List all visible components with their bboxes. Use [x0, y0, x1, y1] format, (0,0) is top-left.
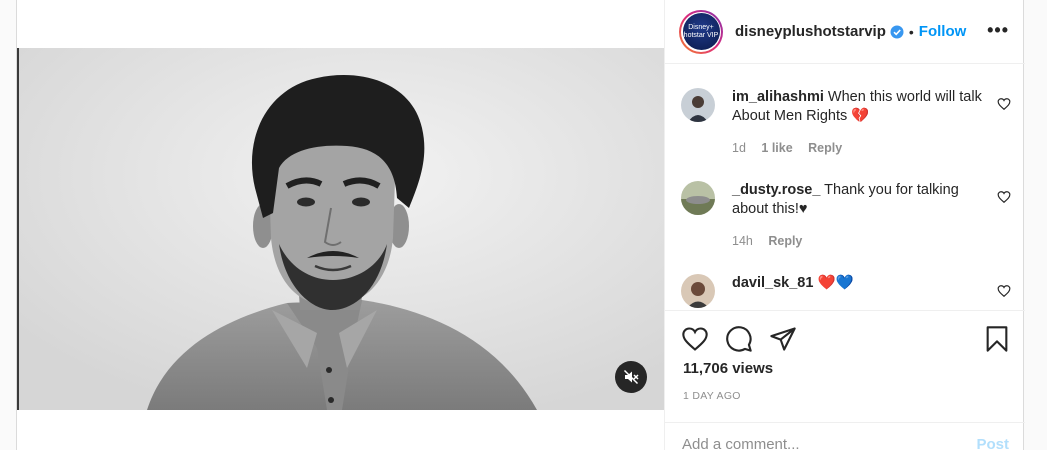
- commenter-avatar[interactable]: [681, 88, 715, 122]
- post-actions: 11,706 views 1 DAY AGO: [665, 310, 1025, 422]
- comment-icon[interactable]: [725, 325, 753, 353]
- add-comment-bar: Post: [665, 422, 1025, 450]
- post-card: Disney+ hotstar VIP disneyplushotstarvip…: [16, 0, 1025, 450]
- video-frame: [17, 48, 664, 410]
- comment-time: 14h: [732, 234, 753, 248]
- mute-button[interactable]: [615, 361, 647, 393]
- heart-icon[interactable]: [997, 190, 1011, 204]
- reply-button[interactable]: Reply: [808, 141, 842, 155]
- post-sidebar: Disney+ hotstar VIP disneyplushotstarvip…: [664, 0, 1025, 450]
- commenter-avatar[interactable]: [681, 274, 715, 308]
- brand-logo: Disney+ hotstar VIP: [682, 13, 720, 50]
- comment-emoji: 💔: [851, 108, 870, 124]
- heart-icon[interactable]: [997, 284, 1011, 298]
- bookmark-icon[interactable]: [983, 325, 1011, 353]
- heart-icon[interactable]: [997, 97, 1011, 111]
- comment-time: 1d: [732, 141, 746, 155]
- separator-dot: •: [908, 23, 914, 40]
- brand-logo-text: Disney+ hotstar VIP: [683, 23, 719, 39]
- comment-meta: 14h Reply: [732, 234, 814, 248]
- profile-avatar[interactable]: Disney+ hotstar VIP: [679, 9, 723, 54]
- mute-icon: [623, 369, 639, 385]
- follow-button[interactable]: Follow: [919, 23, 967, 40]
- comments-list: im_alihashmi When this world will talk A…: [665, 64, 1025, 310]
- share-icon[interactable]: [769, 325, 797, 353]
- post-header: Disney+ hotstar VIP disneyplushotstarvip…: [665, 0, 1025, 64]
- account-username[interactable]: disneyplushotstarvip: [735, 23, 886, 40]
- comment-username[interactable]: _dusty.rose_: [732, 182, 820, 198]
- comment-likes[interactable]: 1 like: [761, 141, 792, 155]
- comment-username[interactable]: davil_sk_81: [732, 275, 813, 291]
- comment-emoji: ❤️💙: [817, 275, 854, 291]
- view-count[interactable]: 11,706 views: [683, 360, 773, 377]
- post-comment-button[interactable]: Post: [976, 436, 1009, 450]
- more-options-icon[interactable]: •••: [987, 20, 1009, 41]
- heart-icon[interactable]: [681, 325, 709, 353]
- video-player[interactable]: [17, 48, 664, 410]
- reply-button[interactable]: Reply: [768, 234, 802, 248]
- comment-meta: 1d 1 like Reply: [732, 141, 854, 155]
- verified-badge-icon: [890, 25, 904, 38]
- comment-input[interactable]: [682, 433, 952, 450]
- commenter-avatar[interactable]: [681, 181, 715, 215]
- post-date: 1 DAY AGO: [683, 390, 741, 402]
- comment-username[interactable]: im_alihashmi: [732, 89, 824, 105]
